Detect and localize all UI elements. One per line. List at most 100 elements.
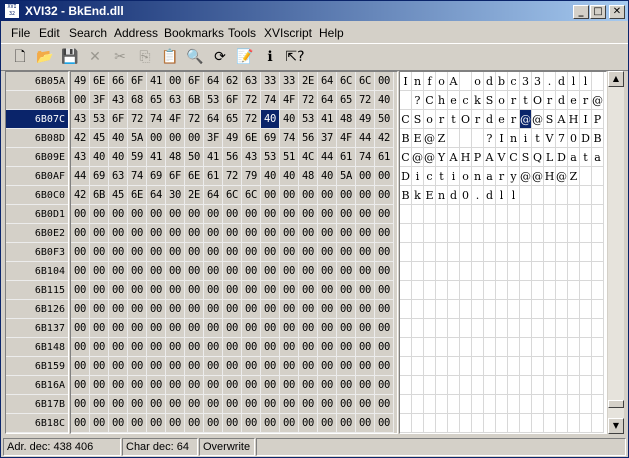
hex-cell[interactable]: 00 [318,300,337,319]
text-cell[interactable] [532,243,544,262]
text-cell[interactable] [496,300,508,319]
text-cell[interactable]: C [400,110,412,129]
hex-cell[interactable]: 00 [166,357,185,376]
hex-cell[interactable]: 62 [223,72,242,91]
hex-cell[interactable]: 00 [223,300,242,319]
hex-cell[interactable]: 00 [185,395,204,414]
text-cell[interactable] [556,205,568,224]
hex-cell[interactable]: 72 [242,110,261,129]
hex-cell[interactable]: 00 [318,357,337,376]
text-cell[interactable] [580,224,592,243]
hex-cell[interactable]: 00 [299,300,318,319]
hex-cell[interactable]: 64 [204,72,223,91]
text-cell[interactable] [460,319,472,338]
text-cell[interactable] [424,319,436,338]
hex-cell[interactable]: 00 [128,395,147,414]
hex-cell[interactable]: 00 [375,357,394,376]
hex-cell[interactable]: 43 [71,148,90,167]
scroll-thumb[interactable] [608,400,624,408]
hex-cell[interactable]: 00 [71,91,90,110]
text-cell[interactable] [436,376,448,395]
hex-cell[interactable]: 00 [280,376,299,395]
hex-cell[interactable]: 00 [166,376,185,395]
menu-address[interactable]: Address [114,26,158,40]
hex-cell[interactable]: 4F [337,129,356,148]
hex-cell[interactable]: 00 [147,243,166,262]
text-cell[interactable] [412,376,424,395]
text-cell[interactable]: D [580,129,592,148]
find-magnifier-icon[interactable]: 🔍 [184,46,206,68]
text-cell[interactable] [580,338,592,357]
hex-cell[interactable]: 00 [90,395,109,414]
hex-cell[interactable]: 40 [109,129,128,148]
hex-cell[interactable]: 00 [318,376,337,395]
hex-cell[interactable]: 00 [356,186,375,205]
hex-cell[interactable]: 00 [242,338,261,357]
hex-cell[interactable]: 00 [318,281,337,300]
text-cell[interactable] [484,376,496,395]
hex-cell[interactable]: 00 [299,414,318,433]
hex-cell[interactable]: 00 [261,376,280,395]
hex-cell[interactable]: 00 [318,414,337,433]
text-cell[interactable]: D [556,148,568,167]
text-cell[interactable] [580,186,592,205]
text-cell[interactable] [460,338,472,357]
text-cell[interactable] [460,72,472,91]
text-cell[interactable]: C [424,91,436,110]
text-cell[interactable] [472,205,484,224]
hex-cell[interactable]: 00 [166,224,185,243]
text-cell[interactable] [460,395,472,414]
text-cell[interactable]: O [532,91,544,110]
text-cell[interactable] [520,262,532,281]
text-cell[interactable] [520,300,532,319]
hex-cell[interactable]: 40 [261,167,280,186]
hex-cell[interactable]: 00 [242,243,261,262]
text-cell[interactable] [544,319,556,338]
text-cell[interactable] [460,414,472,433]
text-cell[interactable] [520,376,532,395]
hex-cell[interactable]: 00 [185,376,204,395]
text-cell[interactable] [568,205,580,224]
hex-cell[interactable]: 00 [71,414,90,433]
hex-cell[interactable]: 40 [375,91,394,110]
text-cell[interactable] [592,72,604,91]
hex-cell[interactable]: 49 [356,110,375,129]
hex-cell[interactable]: 00 [71,376,90,395]
hex-cell[interactable]: 00 [318,395,337,414]
text-cell[interactable]: r [580,91,592,110]
hex-cell[interactable]: 00 [204,376,223,395]
hex-cell[interactable]: 00 [280,224,299,243]
hex-cell[interactable]: 00 [337,281,356,300]
text-cell[interactable] [520,186,532,205]
text-cell[interactable] [532,414,544,433]
vertical-scrollbar[interactable]: ▲ ▼ [608,71,624,434]
text-cell[interactable] [484,338,496,357]
text-cell[interactable] [436,357,448,376]
cut-icon[interactable]: ✂ [109,46,131,68]
hex-cell[interactable]: 50 [185,148,204,167]
hex-cell[interactable]: 00 [128,281,147,300]
text-cell[interactable] [484,243,496,262]
hex-cell[interactable]: 00 [356,357,375,376]
hex-cell[interactable]: 00 [299,205,318,224]
text-cell[interactable]: C [400,148,412,167]
hex-cell[interactable]: 00 [337,376,356,395]
hex-cell[interactable]: 00 [375,262,394,281]
text-cell[interactable]: Q [532,148,544,167]
hex-cell[interactable]: 00 [375,376,394,395]
text-grid[interactable]: InfoA odbc33.dll ? Ch e c k So r t Or d e r @ C So r t Or… [399,71,607,434]
hex-cell[interactable]: 00 [147,281,166,300]
hex-cell[interactable]: 00 [90,243,109,262]
text-cell[interactable] [448,414,460,433]
text-cell[interactable] [424,395,436,414]
info-icon[interactable]: ℹ [259,46,281,68]
text-cell[interactable] [580,262,592,281]
text-cell[interactable] [580,357,592,376]
text-cell[interactable]: S [412,110,424,129]
text-cell[interactable]: H [568,110,580,129]
text-cell[interactable] [472,129,484,148]
text-cell[interactable]: Z [568,167,580,186]
hex-cell[interactable]: 00 [90,338,109,357]
text-cell[interactable] [424,262,436,281]
hex-cell[interactable]: 65 [337,91,356,110]
